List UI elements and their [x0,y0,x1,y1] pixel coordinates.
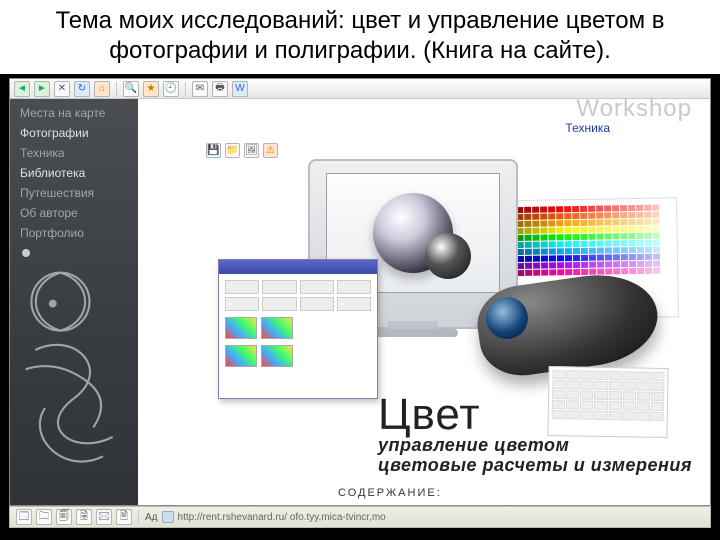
print-icon[interactable]: 🖶 [212,81,228,97]
warn-icon[interactable]: ⚠ [263,143,278,158]
color-swatch [261,317,293,339]
word-icon[interactable]: W [232,81,248,97]
app-icon[interactable]: 🖂 [96,509,112,525]
folder-icon[interactable]: 📁 [225,143,240,158]
slide-title: Тема моих исследований: цвет и управлени… [0,0,720,74]
save-icon[interactable]: 💾 [206,143,221,158]
sidebar-item-portfolio[interactable]: Портфолио [10,223,138,243]
page-main: Workshop Техника 💾 📁 🖼 ⚠ [138,99,710,505]
spectrophotometer [478,279,658,369]
toolbar-separator [138,510,139,524]
lens-orb [373,193,453,273]
browser-toolbar: ◄ ► ✕ ↻ ⌂ 🔍 ★ 🕘 ✉ 🖶 W [10,79,710,99]
sidebar-item-author[interactable]: Об авторе [10,203,138,223]
app-icon[interactable]: 🗀 [36,509,52,525]
color-swatch [225,317,257,339]
app-window [218,259,378,399]
book-title-block: Цвет управление цветом цветовые расчеты … [378,395,692,476]
address-bar[interactable]: Ад http://rent.rshevanard.ru/ ofo.tyy,mi… [145,511,704,523]
site-sidebar: Места на карте Фотографии Техника Библио… [10,99,138,505]
mail-icon[interactable]: ✉ [192,81,208,97]
sidebar-item-places[interactable]: Места на карте [10,103,138,123]
workshop-watermark: Workshop [576,99,692,123]
home-icon[interactable]: ⌂ [94,81,110,97]
address-label: Ад [145,512,158,523]
app-icon[interactable]: 🖹 [116,509,132,525]
book-subtitle-1: управление цветом [378,435,692,456]
color-swatch [261,345,293,367]
sidebar-item-photos[interactable]: Фотографии [10,123,138,143]
sidebar-item-library[interactable]: Библиотека [10,163,138,183]
toolbar-separator [185,82,186,96]
browser-window: ◄ ► ✕ ↻ ⌂ 🔍 ★ 🕘 ✉ 🖶 W Места на карте Фот… [9,78,711,506]
stop-icon[interactable]: ✕ [54,81,70,97]
back-icon[interactable]: ◄ [14,81,30,97]
search-icon[interactable]: 🔍 [123,81,139,97]
app-icon[interactable]: 🗔 [16,509,32,525]
refresh-icon[interactable]: ↻ [74,81,90,97]
app-thumb-grid [225,280,371,311]
app-icon[interactable]: 🗐 [56,509,72,525]
contents-label: СОДЕРЖАНИЕ: [338,487,442,499]
app-window-titlebar [219,260,377,274]
inner-toolbar: 💾 📁 🖼 ⚠ [206,143,278,158]
status-bar: 🗔 🗀 🗐 🗟 🖂 🖹 Ад http://rent.rshevanard.ru… [9,506,711,528]
breadcrumb[interactable]: Техника [565,121,610,135]
favicon-icon [162,511,174,523]
history-icon[interactable]: 🕘 [163,81,179,97]
book-subtitle-2: цветовые расчеты и измерения [378,455,692,476]
sidebar-item-travel[interactable]: Путешествия [10,183,138,203]
book-title: Цвет [378,395,692,435]
sidebar-item-tech[interactable]: Техника [10,143,138,163]
sidebar-bullet [22,249,30,257]
toolbar-separator [116,82,117,96]
image-icon[interactable]: 🖼 [244,143,259,158]
app-icon[interactable]: 🗟 [76,509,92,525]
favorites-icon[interactable]: ★ [143,81,159,97]
forward-icon[interactable]: ► [34,81,50,97]
address-url: http://rent.rshevanard.ru/ ofo.tyy,mica-… [178,512,386,523]
celtic-ornament [16,259,132,499]
color-swatch [225,345,257,367]
